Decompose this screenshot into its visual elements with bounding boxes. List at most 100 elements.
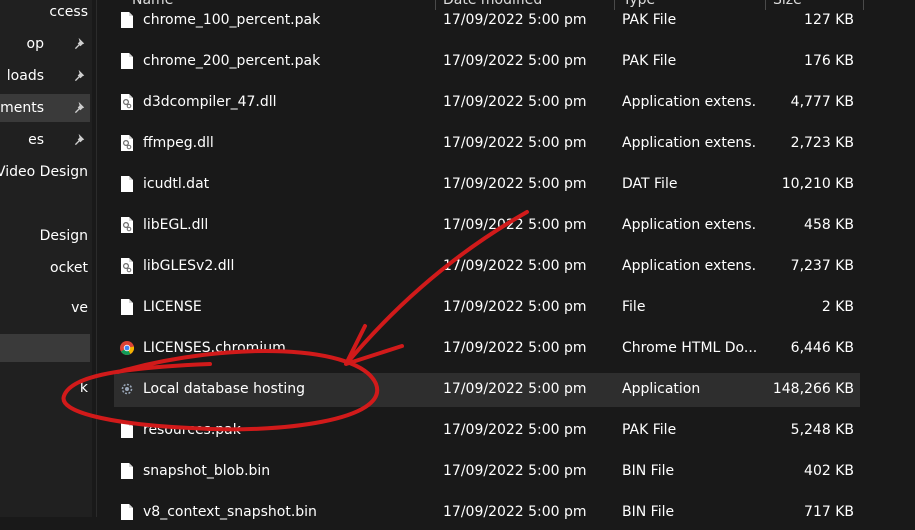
sidebar-item[interactable]: ccess — [0, 0, 90, 26]
sidebar-item-label: loads — [6, 68, 44, 84]
sidebar-item[interactable]: Design — [0, 222, 90, 250]
file-date-modified: 17/09/2022 5:00 pm — [443, 94, 587, 110]
dll-icon — [121, 217, 133, 233]
file-date-modified: 17/09/2022 5:00 pm — [443, 381, 587, 397]
file-type: PAK File — [622, 53, 677, 69]
file-name: ffmpeg.dll — [143, 135, 214, 151]
file-date-modified: 17/09/2022 5:00 pm — [443, 217, 587, 233]
sidebar-item[interactable]: es — [0, 126, 90, 154]
sidebar-item[interactable]: op — [0, 30, 90, 58]
sidebar-item-label: es — [28, 132, 44, 148]
pane-divider[interactable] — [96, 0, 97, 517]
file-date-modified: 17/09/2022 5:00 pm — [443, 258, 587, 274]
sidebar-item-label: op — [26, 36, 44, 52]
app-gear-icon — [121, 383, 133, 395]
file-icon — [121, 53, 133, 69]
file-icon — [121, 422, 133, 438]
file-name: d3dcompiler_47.dll — [143, 94, 277, 110]
file-row[interactable]: ffmpeg.dll 17/09/2022 5:00 pm Application … — [114, 127, 860, 161]
file-row[interactable]: icudtl.dat 17/09/2022 5:00 pm DAT File 10,2… — [114, 168, 860, 202]
sidebar-item-label: ocket — [50, 260, 88, 276]
file-name: libEGL.dll — [143, 217, 209, 233]
sidebar-item-label: ve — [71, 300, 88, 316]
file-row[interactable]: Local database hosting 17/09/2022 5:00 pm… — [114, 373, 860, 407]
dll-icon — [121, 258, 133, 274]
file-row[interactable]: snapshot_blob.bin 17/09/2022 5:00 pm BIN F… — [114, 455, 860, 489]
file-size: 7,237 KB — [790, 258, 854, 274]
pin-icon[interactable] — [74, 69, 87, 82]
file-date-modified: 17/09/2022 5:00 pm — [443, 12, 587, 28]
file-size: 10,210 KB — [781, 176, 854, 192]
file-name: libGLESv2.dll — [143, 258, 235, 274]
file-type: Application extens... — [622, 94, 757, 110]
file-name: v8_context_snapshot.bin — [143, 504, 317, 520]
file-type: BIN File — [622, 463, 675, 479]
navigation-pane[interactable]: ccess op loads ments es Video Design Design ock… — [0, 0, 92, 517]
pin-icon[interactable] — [74, 37, 87, 50]
file-size: 717 KB — [804, 504, 854, 520]
dll-icon — [121, 135, 133, 151]
file-type: BIN File — [622, 504, 675, 520]
file-row[interactable]: libEGL.dll 17/09/2022 5:00 pm Application … — [114, 209, 860, 243]
file-type: Application extens... — [622, 135, 757, 151]
file-icon — [121, 504, 133, 520]
file-size: 148,266 KB — [772, 381, 854, 397]
file-name: LICENSE — [143, 299, 202, 315]
sidebar-item[interactable]: Video Design — [0, 158, 90, 186]
file-icon — [121, 463, 133, 479]
file-icon — [121, 12, 133, 28]
file-row[interactable]: libGLESv2.dll 17/09/2022 5:00 pm Applicati… — [114, 250, 860, 284]
sidebar-item-label: k — [79, 380, 88, 396]
file-row[interactable]: d3dcompiler_47.dll 17/09/2022 5:00 pm Appl… — [114, 86, 860, 120]
file-date-modified: 17/09/2022 5:00 pm — [443, 504, 587, 520]
sidebar-item-label: Video Design — [0, 164, 88, 180]
file-name: Local database hosting — [143, 381, 305, 397]
sidebar-item[interactable]: loads — [0, 62, 90, 90]
file-size: 2 KB — [821, 299, 854, 315]
file-row[interactable]: LICENSE 17/09/2022 5:00 pm File 2 KB — [114, 291, 860, 325]
file-row[interactable]: v8_context_snapshot.bin 17/09/2022 5:00 p… — [114, 496, 860, 530]
file-size: 2,723 KB — [790, 135, 854, 151]
file-size: 127 KB — [804, 12, 854, 28]
pin-icon[interactable] — [74, 101, 87, 114]
sidebar-item-label: ccess — [49, 4, 88, 20]
file-row[interactable]: resources.pak 17/09/2022 5:00 pm PAK File 5… — [114, 414, 860, 448]
file-size: 458 KB — [804, 217, 854, 233]
pin-icon[interactable] — [74, 133, 87, 146]
file-date-modified: 17/09/2022 5:00 pm — [443, 176, 587, 192]
chrome-icon — [120, 341, 134, 355]
file-size: 402 KB — [804, 463, 854, 479]
column-separator[interactable] — [863, 0, 864, 10]
file-type: File — [622, 299, 646, 315]
file-row[interactable]: chrome_200_percent.pak 17/09/2022 5:00 pm… — [114, 45, 860, 79]
file-size: 5,248 KB — [790, 422, 854, 438]
file-date-modified: 17/09/2022 5:00 pm — [443, 135, 587, 151]
file-icon — [121, 176, 133, 192]
file-date-modified: 17/09/2022 5:00 pm — [443, 53, 587, 69]
file-size: 4,777 KB — [790, 94, 854, 110]
file-type: Application extens... — [622, 217, 757, 233]
file-date-modified: 17/09/2022 5:00 pm — [443, 422, 587, 438]
file-name: chrome_200_percent.pak — [143, 53, 321, 69]
file-type: PAK File — [622, 422, 677, 438]
sidebar-item[interactable]: k — [0, 374, 90, 402]
file-size: 6,446 KB — [790, 340, 854, 356]
file-type: Application extens... — [622, 258, 757, 274]
sidebar-item[interactable]: ocket — [0, 254, 90, 282]
sidebar-item[interactable]: ve — [0, 294, 90, 322]
sidebar-item[interactable] — [0, 334, 90, 362]
file-row[interactable]: chrome_100_percent.pak 17/09/2022 5:00 pm… — [114, 4, 860, 38]
file-type: PAK File — [622, 12, 677, 28]
file-name: LICENSES.chromium — [143, 340, 286, 356]
file-name: snapshot_blob.bin — [143, 463, 271, 479]
file-row[interactable]: LICENSES.chromium 17/09/2022 5:00 pm Chrom… — [114, 332, 860, 366]
file-type: Application — [622, 381, 701, 397]
file-type: Chrome HTML Do... — [622, 340, 757, 356]
file-size: 176 KB — [804, 53, 854, 69]
sidebar-item[interactable]: ments — [0, 94, 90, 122]
sidebar-item-label: ments — [0, 100, 44, 116]
file-name: chrome_100_percent.pak — [143, 12, 321, 28]
file-name: resources.pak — [143, 422, 241, 438]
file-date-modified: 17/09/2022 5:00 pm — [443, 463, 587, 479]
file-name: icudtl.dat — [143, 176, 210, 192]
